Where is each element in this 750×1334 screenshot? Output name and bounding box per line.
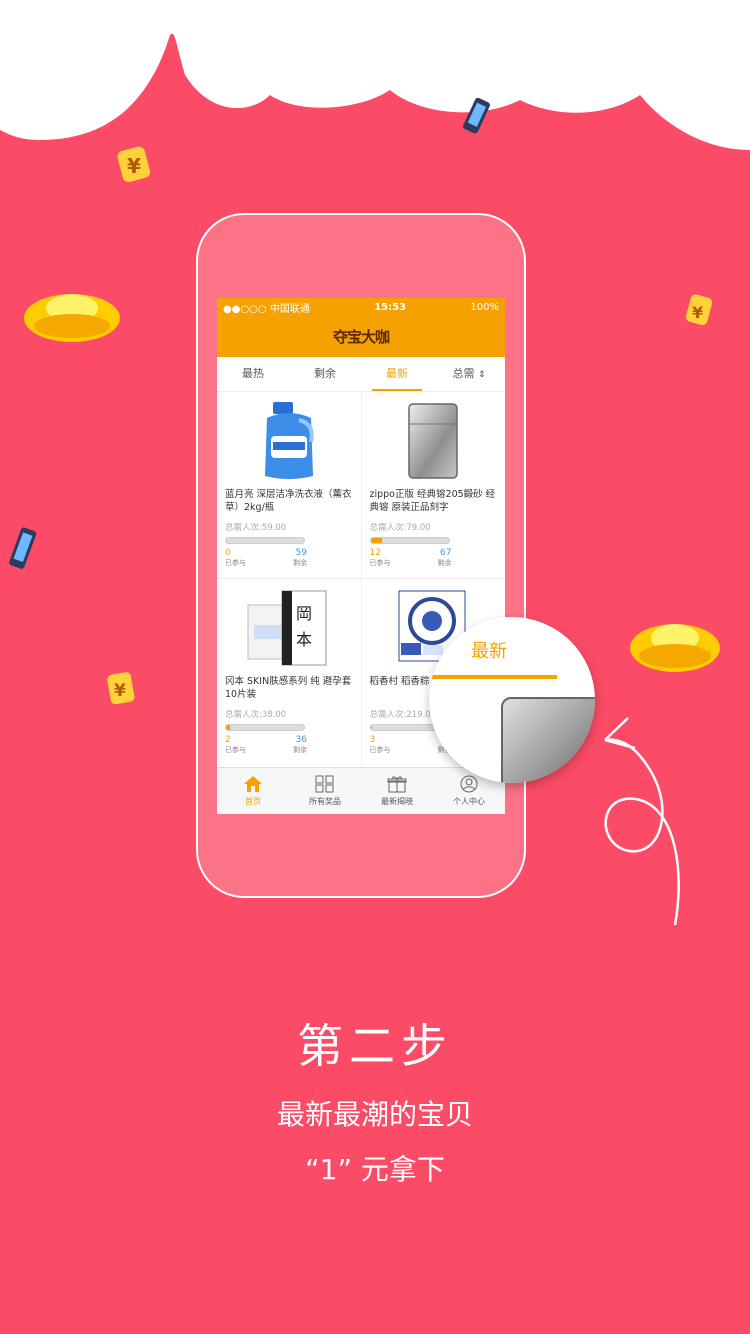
magnified-tab-label: 最新 [471,641,507,662]
joined-label: 已参与 [225,746,246,754]
tab-total-needed[interactable]: 总需 ⇕ [433,357,505,391]
joined-label: 已参与 [369,746,391,754]
gold-ingot-icon [630,624,720,672]
joined-count: 0 [225,548,231,558]
svg-text:¥: ¥ [692,303,703,322]
yuan-coin-icon: ¥ [107,672,135,705]
product-card[interactable]: 蓝月亮 深层洁净洗衣液（薰衣草）2kg/瓶 总需人次:59.00 0 59 已参与… [217,392,361,578]
app-logo: 夺宝大咖 [332,328,390,346]
app-header: 夺宝大咖 [217,316,505,357]
promo-line-1: 最新最潮的宝贝 [276,1098,473,1131]
user-icon [460,775,478,793]
phone-decoration-icon [463,97,490,134]
joined-count: 3 [369,735,376,745]
product-total: 总需人次:59.00 [225,523,287,533]
detergent-image [225,398,353,484]
nav-home[interactable]: 首页 [217,768,289,814]
progress-fill [370,725,373,730]
sort-arrows-icon: ⇕ [477,370,486,380]
status-bar: ●●○○○ 中国联通 15:53 100% [217,298,505,316]
product-card[interactable]: 岡 本 冈本 SKIN肤感系列 纯 避孕套 10片装 总需人次:38.00 2 3… [217,579,361,765]
joined-label: 已参与 [369,559,391,567]
tab-remaining[interactable]: 剩余 [289,357,361,391]
status-time: 15:53 [374,301,407,313]
joined-count: 12 [369,548,381,558]
progress-bar [225,724,305,731]
carrier-label: 中国联通 [269,303,310,315]
gift-icon [387,776,407,793]
joined-count: 2 [225,735,231,745]
svg-text:本: 本 [296,630,312,649]
magnified-lighter-image [501,697,595,783]
magnifier-callout: 最新 [429,617,595,783]
svg-text:¥: ¥ [127,154,141,178]
nav-home-label: 首页 [245,797,261,806]
product-total: 总需人次:79.00 [369,523,431,533]
curly-arrow-icon [604,717,680,926]
remain-count: 36 [295,735,307,745]
tab-newest[interactable]: 最新 [361,357,433,391]
step-title: 第二步 [297,1019,453,1073]
svg-text:¥: ¥ [114,681,126,701]
phone-decoration-icon [9,527,37,569]
remain-count: 67 [440,548,452,558]
promo-line-2: “1” 元拿下 [305,1153,445,1186]
tab-hottest[interactable]: 最热 [217,357,289,391]
yuan-coin-icon: ¥ [685,294,713,325]
remain-label: 剩余 [437,559,452,567]
product-card[interactable]: zippo正版 经典镕205鍛砂 经典镕 原装正品刻字 总需人次:79.00 1… [361,392,505,578]
remain-label: 剩余 [293,559,307,567]
condom-box-image: 岡 本 [225,585,353,671]
product-title: zippo正版 经典镕205鍛砂 经典镕 原装正品刻字 [369,489,496,513]
nav-profile-label: 个人中心 [453,797,485,806]
lighter-image [370,398,498,484]
gold-ingot-icon [24,294,120,342]
tab-total-label: 总需 [452,367,475,380]
grid-icon [315,775,334,793]
magnified-tab-underline [429,675,557,679]
nav-latest-results-label: 最新揭晓 [381,797,413,806]
product-total: 总需人次:38.00 [225,710,287,720]
yuan-coin-icon: ¥ [117,146,151,183]
battery-label: 100% [470,301,499,313]
nav-all-prizes[interactable]: 所有奖品 [289,768,361,814]
progress-fill [226,725,230,730]
nav-latest-results[interactable]: 最新揭晓 [361,768,433,814]
progress-bar [225,537,305,544]
home-icon [244,776,262,792]
remain-label: 剩余 [293,746,307,754]
product-title: 蓝月亮 深层洁净洗衣液（薰衣草）2kg/瓶 [225,489,352,513]
signal-icon: ●●○○○ [223,303,267,315]
progress-bar [369,537,450,544]
product-title: 冈本 SKIN肤感系列 纯 避孕套 10片装 [225,676,352,700]
nav-all-prizes-label: 所有奖品 [309,797,341,806]
carrier-info: ●●○○○ 中国联通 [223,300,310,315]
bottom-nav: 首页 所有奖品 最新揭晓 个人中心 [217,767,505,814]
joined-label: 已参与 [225,559,246,567]
svg-text:岡: 岡 [296,604,312,623]
remain-count: 59 [295,548,307,558]
progress-fill [370,538,383,543]
sort-tabs: 最热 剩余 最新 总需 ⇕ [217,357,505,392]
